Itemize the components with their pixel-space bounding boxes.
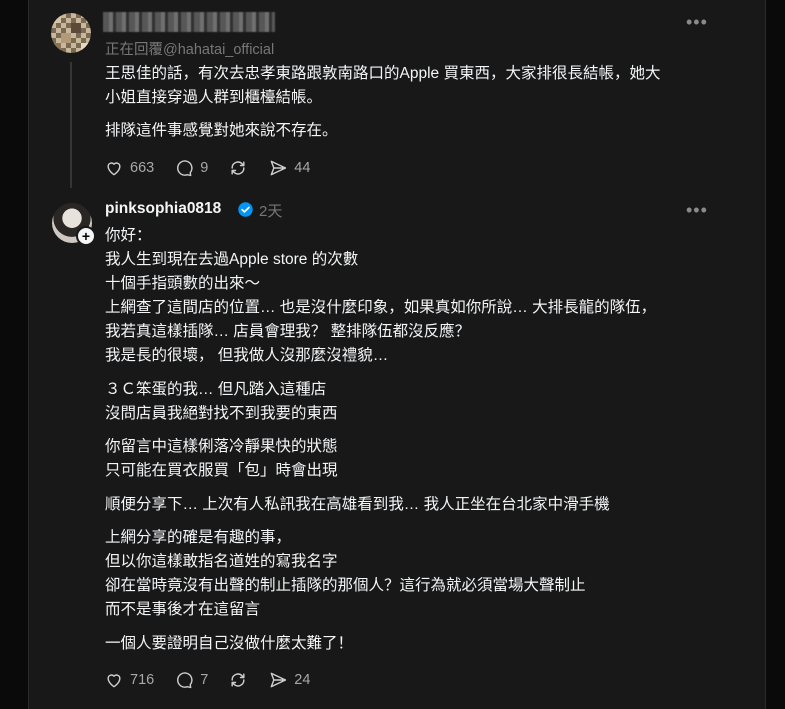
comment-count: 7 — [200, 672, 209, 688]
post-text-line: 十個手指頭數的出來～ — [105, 275, 261, 292]
post-text-line: 我人生到現在去過Apple store 的次數 — [105, 251, 359, 268]
post-text-line: 小姐直接穿過人群到櫃檯結帳。 — [105, 89, 323, 106]
post-text-line: 一個人要證明自己沒做什麼太難了！ — [105, 635, 354, 652]
post-text-line: 沒問店員我絕對找不到我要的東西 — [105, 405, 338, 422]
post-text-line: 王思佳的話，有次去忠孝東路跟敦南路口的Apple 買東西，大家排很長結帳，她大 — [105, 65, 661, 82]
send-icon — [270, 672, 287, 688]
comment-icon — [177, 672, 193, 689]
post-text-line: 順便分享下… 上次有人私訊我在高雄看到我… 我人正坐在台北家中滑手機 — [105, 496, 610, 513]
repost-button[interactable] — [228, 670, 248, 690]
post-text-line: 我若真這樣插隊… 店員會理我？ 整排隊伍都沒反應？ — [105, 323, 471, 340]
like-count: 663 — [130, 160, 155, 176]
repost-icon — [231, 673, 245, 687]
comment-count: 9 — [200, 160, 209, 176]
post-text-line: ３Ｃ笨蛋的我… 但凡踏入這種店 — [105, 381, 327, 398]
send-icon — [270, 160, 287, 176]
post-actions: 663 9 44 — [104, 158, 310, 178]
post-text-line: 上網查了這間店的位置… 也是沒什麼印象，如果真如你所說… 大排長龍的隊伍， — [105, 299, 657, 316]
thread-connector-line — [70, 62, 72, 188]
share-button[interactable]: 24 — [268, 670, 310, 690]
avatar[interactable] — [51, 13, 91, 53]
post-text-line: 你好： — [105, 227, 152, 244]
more-options-icon[interactable]: ••• — [686, 200, 708, 221]
share-count: 24 — [294, 672, 311, 688]
like-button[interactable]: 663 — [104, 158, 154, 178]
share-button[interactable]: 44 — [268, 158, 310, 178]
replying-to-label[interactable]: 正在回覆@hahatai_official — [105, 38, 274, 59]
verified-badge-icon — [238, 202, 253, 217]
share-count: 44 — [294, 160, 311, 176]
timestamp[interactable]: 2天 — [259, 200, 282, 221]
post-text-line: 排隊這件事感覺對她來說不存在。 — [105, 122, 338, 139]
post-text-line: 而不是事後才在這留言 — [105, 601, 261, 618]
post-text-line: 我是長的很壞， 但我做人沒那麼沒禮貌… — [105, 347, 389, 364]
more-options-icon[interactable]: ••• — [686, 12, 708, 33]
post-text-line: 你留言中這樣俐落冷靜果快的狀態 — [105, 438, 338, 455]
repost-button[interactable] — [228, 158, 248, 178]
post-text-line: 但以你這樣敢指名道姓的寫我名字 — [105, 553, 338, 570]
username[interactable]: pinksophia0818 — [105, 200, 221, 218]
comment-button[interactable]: 9 — [174, 158, 208, 178]
post-text-line: 卻在當時竟沒有出聲的制止插隊的那個人？這行為就必須當場大聲制止 — [105, 577, 586, 594]
comment-button[interactable]: 7 — [174, 670, 208, 690]
follow-plus-icon[interactable]: + — [76, 226, 96, 246]
repost-icon — [231, 161, 245, 175]
like-button[interactable]: 716 — [104, 670, 154, 690]
heart-icon — [107, 674, 121, 688]
post-text-line: 只可能在買衣服買「包」時會出現 — [105, 462, 338, 479]
comment-icon — [177, 160, 193, 177]
blurred-username — [103, 12, 275, 32]
heart-icon — [107, 162, 121, 176]
post-text-line: 上網分享的確是有趣的事， — [105, 529, 292, 546]
like-count: 716 — [130, 672, 155, 688]
post-actions: 716 7 24 — [104, 670, 310, 690]
